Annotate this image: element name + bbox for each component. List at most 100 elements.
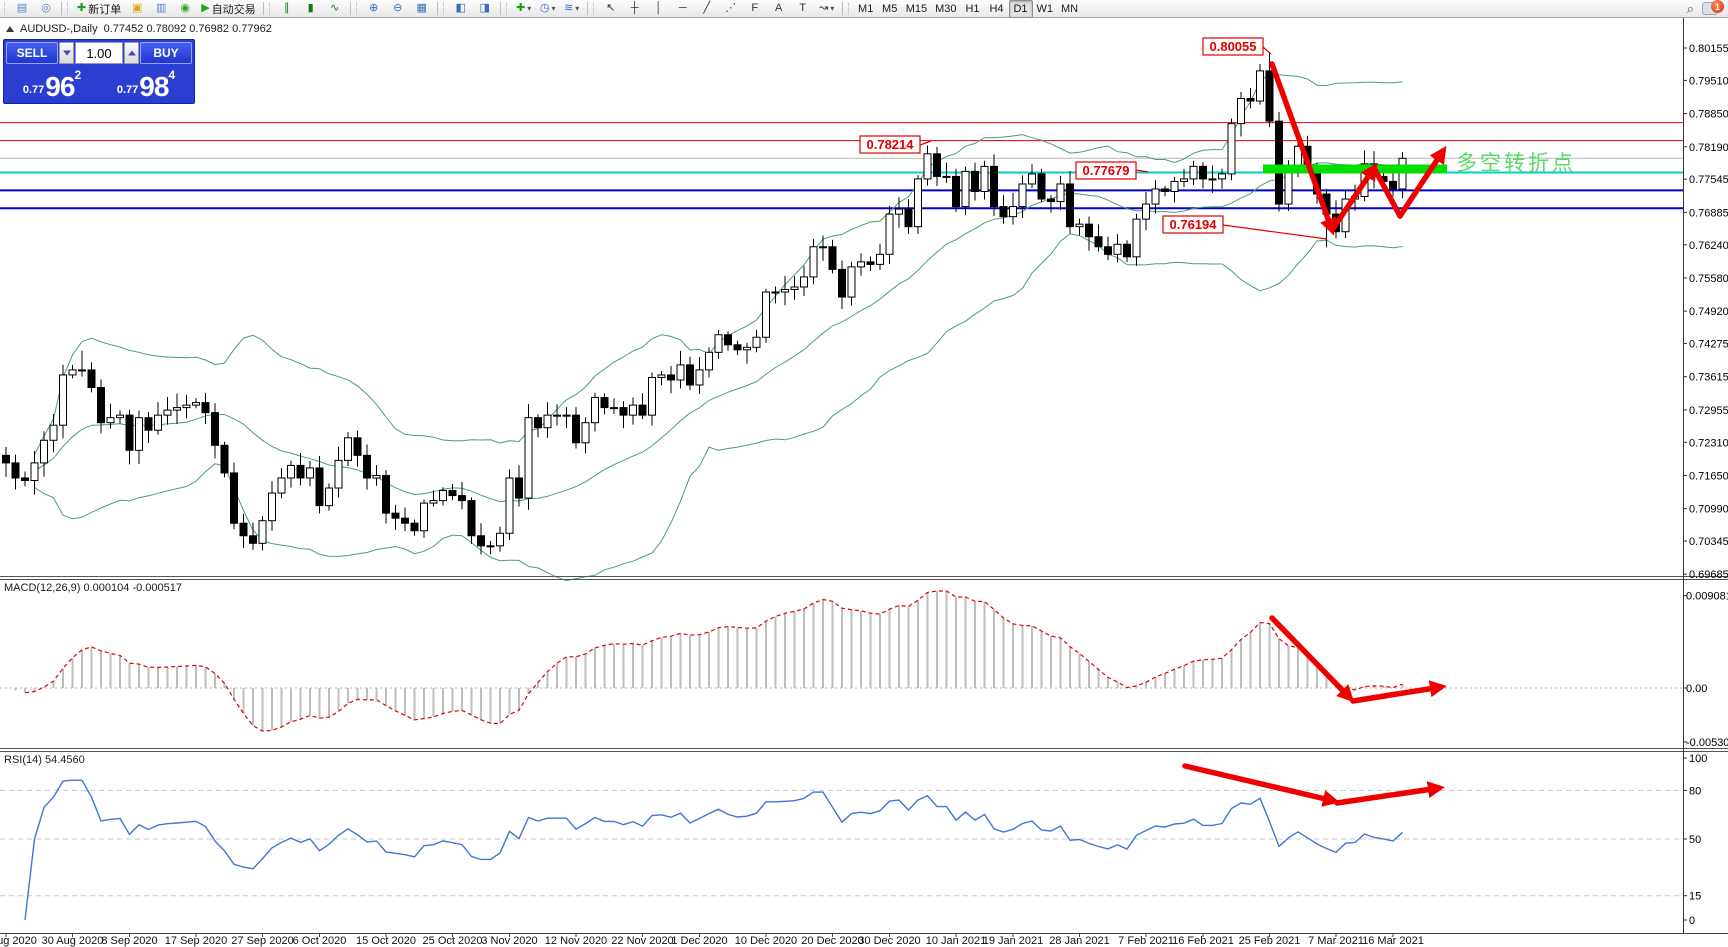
- new-chart-icon: ✚: [516, 3, 525, 14]
- fibonacci-icon: F: [751, 3, 758, 14]
- sell-button[interactable]: SELL: [6, 42, 58, 64]
- svg-text:-0.005306: -0.005306: [1686, 737, 1728, 749]
- price-tag[interactable]: 0.78214: [860, 136, 931, 153]
- svg-text:0.75580: 0.75580: [1689, 273, 1728, 285]
- timeframe-h4-button[interactable]: H4: [985, 0, 1009, 18]
- fibonacci-button[interactable]: F: [743, 0, 767, 18]
- arrange-windows-icon: ◧: [455, 3, 465, 14]
- data-window-button[interactable]: ▥: [149, 0, 173, 18]
- zoom-out-button[interactable]: ⊖: [386, 0, 410, 18]
- equidistant-channel-button[interactable]: ⋰: [719, 0, 743, 18]
- autotrading-icon: ▶: [201, 3, 209, 14]
- macd-pane: [0, 591, 1683, 731]
- trend-arrow-rsi[interactable]: [1185, 766, 1334, 801]
- mt4-window: 0.801550.795100.788500.781900.775450.768…: [0, 0, 1728, 947]
- volume-increment-button[interactable]: [124, 42, 139, 64]
- toolbar-grip: [506, 3, 510, 15]
- cursor-button[interactable]: ↖: [599, 0, 623, 18]
- new-order-button[interactable]: ✚新订单: [73, 0, 125, 18]
- arrows-button[interactable]: ↝▾: [815, 0, 839, 18]
- tile-windows-button[interactable]: ▦: [410, 0, 434, 18]
- trend-arrow-macd[interactable]: [1353, 687, 1441, 701]
- time-axis[interactable]: 20 Aug 202030 Aug 20208 Sep 202017 Sep 2…: [0, 933, 1424, 947]
- toolbar-separator: [437, 2, 438, 15]
- timeframe-d1-button[interactable]: D1: [1009, 0, 1033, 18]
- buy-price[interactable]: 0.77984: [100, 66, 192, 101]
- timeframe-m30-button[interactable]: M30: [931, 0, 960, 18]
- svg-text:30 Aug 2020: 30 Aug 2020: [42, 935, 104, 947]
- turning-point-bar[interactable]: [1263, 165, 1447, 174]
- toolbar-grip: [269, 3, 273, 15]
- toolbar-label: H1: [965, 3, 979, 15]
- trendline-icon: ╱: [703, 3, 710, 14]
- svg-text:7 Mar 2021: 7 Mar 2021: [1308, 935, 1364, 947]
- sell-price[interactable]: 0.77962: [6, 66, 98, 101]
- horizontal-line-button[interactable]: ─: [671, 0, 695, 18]
- trend-arrow-main[interactable]: [1332, 168, 1374, 230]
- toolbar-label: M5: [882, 3, 897, 15]
- metaeditor-button[interactable]: ▣: [125, 0, 149, 18]
- timeframe-m15-button[interactable]: M15: [902, 0, 931, 18]
- svg-text:22 Nov 2020: 22 Nov 2020: [611, 935, 673, 947]
- svg-text:25 Feb 2021: 25 Feb 2021: [1239, 935, 1301, 947]
- timeframe-mn-button[interactable]: MN: [1057, 0, 1082, 18]
- turning-point-annotation[interactable]: 多空转折点: [1456, 147, 1576, 177]
- autotrading-button[interactable]: ▶自动交易: [197, 0, 259, 18]
- vertical-line-button[interactable]: │: [647, 0, 671, 18]
- price-axis[interactable]: 0.801550.795100.788500.781900.775450.768…: [1683, 43, 1728, 927]
- timeframe-w1-button[interactable]: W1: [1033, 0, 1058, 18]
- timeframe-m1-button[interactable]: M1: [854, 0, 878, 18]
- svg-text:0.00: 0.00: [1686, 683, 1707, 695]
- rsi-line: [25, 780, 1403, 920]
- svg-text:0.78214: 0.78214: [867, 137, 915, 152]
- price-tag[interactable]: 0.76194: [1163, 216, 1327, 239]
- text-label-button[interactable]: T: [791, 0, 815, 18]
- svg-text:20 Dec 2020: 20 Dec 2020: [801, 935, 863, 947]
- svg-text:28 Jan 2021: 28 Jan 2021: [1049, 935, 1110, 947]
- cascade-windows-button[interactable]: ◨: [473, 0, 497, 18]
- bar-chart-button[interactable]: ∥: [275, 0, 299, 18]
- crosshair-button[interactable]: ┼: [623, 0, 647, 18]
- price-chart-canvas[interactable]: 0.801550.795100.788500.781900.775450.768…: [0, 0, 1728, 947]
- svg-text:80: 80: [1689, 785, 1701, 797]
- line-chart-icon: ∿: [330, 3, 339, 14]
- candlestick-chart-button[interactable]: ▮: [299, 0, 323, 18]
- svg-text:0.70345: 0.70345: [1689, 536, 1728, 548]
- period-button[interactable]: ◷▾: [536, 0, 560, 18]
- toolbar-label: H4: [989, 3, 1003, 15]
- svg-text:0.74920: 0.74920: [1689, 306, 1728, 318]
- text-button[interactable]: A: [767, 0, 791, 18]
- toolbar-right: ⌕1: [1687, 2, 1726, 15]
- trendline-button[interactable]: ╱: [695, 0, 719, 18]
- svg-text:1 Dec 2020: 1 Dec 2020: [671, 935, 727, 947]
- notifications-icon[interactable]: 1: [1702, 2, 1718, 15]
- chevron-down-icon: ▾: [575, 4, 579, 13]
- buy-button[interactable]: BUY: [140, 42, 192, 64]
- chart-window-button[interactable]: ▤: [10, 0, 34, 18]
- signals-button[interactable]: ◉: [173, 0, 197, 18]
- metaeditor-icon: ▣: [132, 3, 142, 14]
- profiles-button[interactable]: ◎: [34, 0, 58, 18]
- horizontal-line-icon: ─: [679, 3, 687, 14]
- toolbar-label: D1: [1013, 3, 1027, 15]
- search-icon[interactable]: ⌕: [1687, 3, 1694, 14]
- arrange-windows-button[interactable]: ◧: [449, 0, 473, 18]
- new-chart-button[interactable]: ✚▾: [512, 0, 536, 18]
- price-tag[interactable]: 0.80055: [1203, 38, 1271, 55]
- indicators-button[interactable]: ≋▾: [560, 0, 584, 18]
- timeframe-m5-button[interactable]: M5: [878, 0, 902, 18]
- price-tag[interactable]: 0.77679: [1076, 162, 1148, 179]
- timeframe-h1-button[interactable]: H1: [961, 0, 985, 18]
- svg-text:0.78190: 0.78190: [1689, 142, 1728, 154]
- svg-text:0.70990: 0.70990: [1689, 504, 1728, 516]
- line-chart-button[interactable]: ∿: [323, 0, 347, 18]
- volume-decrement-button[interactable]: [59, 42, 74, 64]
- collapse-ohlc-icon[interactable]: [6, 26, 14, 32]
- chart-window-icon: ▤: [17, 3, 27, 14]
- bollinger-bands: [35, 74, 1403, 581]
- zoom-in-icon: ⊕: [369, 3, 378, 14]
- volume-input[interactable]: [75, 42, 123, 64]
- candles-layer: [3, 53, 1407, 554]
- trend-arrow-macd[interactable]: [1272, 618, 1350, 698]
- zoom-in-button[interactable]: ⊕: [362, 0, 386, 18]
